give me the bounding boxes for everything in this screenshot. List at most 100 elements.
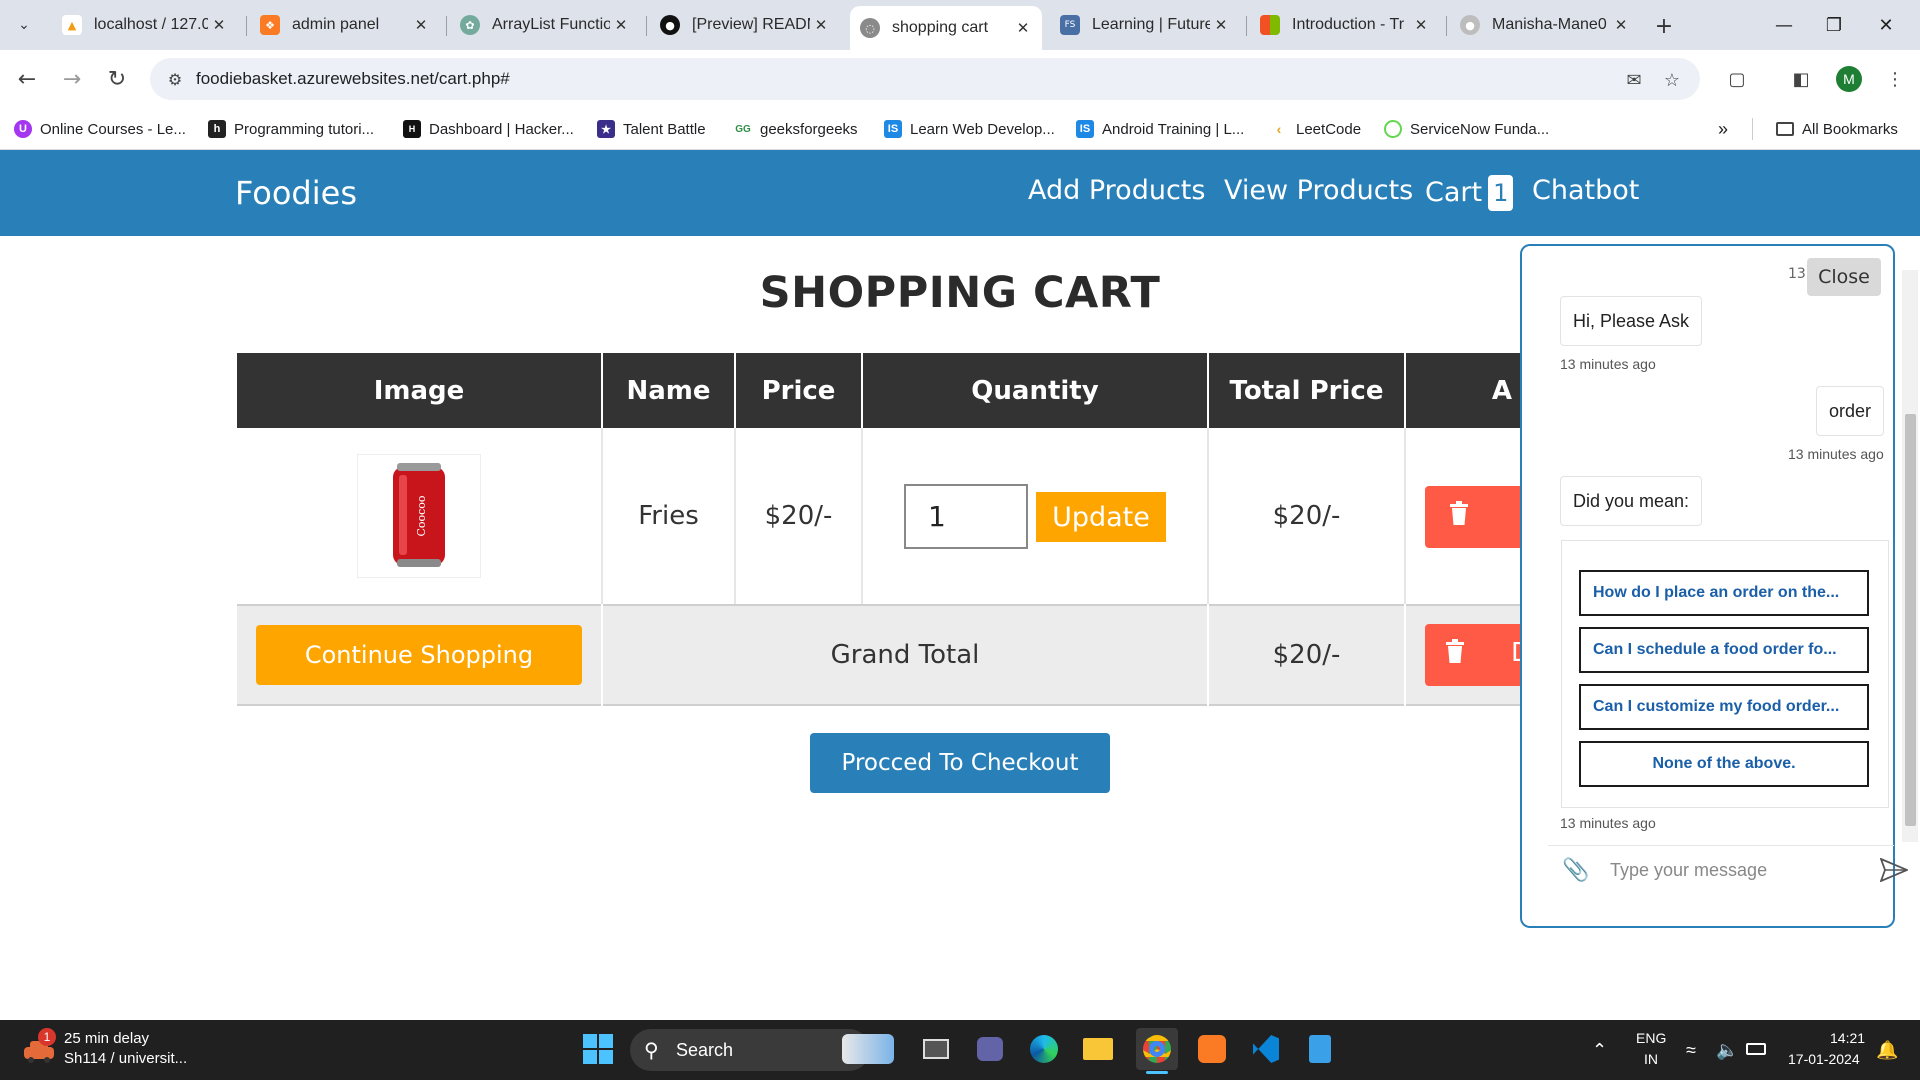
tab-title: ArrayList Functio bbox=[492, 16, 610, 33]
show-hidden-icons-chevron-icon[interactable]: ⌃ bbox=[1592, 1040, 1607, 1061]
nav-cart-label: Cart bbox=[1425, 177, 1483, 208]
browser-tab[interactable]: ✿ ArrayList Functio ✕ bbox=[450, 8, 640, 42]
widget-title[interactable]: 25 min delay bbox=[64, 1030, 149, 1047]
suggestion-button[interactable]: Can I customize my food order... bbox=[1579, 684, 1869, 730]
wifi-icon[interactable]: ≈ bbox=[1686, 1040, 1696, 1061]
chatgpt-icon: ✿ bbox=[460, 15, 480, 35]
tab-separator bbox=[446, 16, 447, 36]
bookmark-item[interactable]: h Programming tutori... bbox=[208, 118, 374, 140]
new-tab-plus-icon[interactable]: + bbox=[1650, 12, 1678, 40]
windows-start-icon[interactable] bbox=[580, 1031, 616, 1067]
table-header-quantity: Quantity bbox=[863, 353, 1207, 428]
battery-icon[interactable] bbox=[1746, 1043, 1766, 1055]
chat-close-button[interactable]: Close bbox=[1807, 258, 1881, 296]
clock-time[interactable]: 14:21 bbox=[1830, 1030, 1865, 1046]
tab-close-icon[interactable]: ✕ bbox=[610, 16, 632, 34]
user-message: order bbox=[1816, 386, 1885, 436]
restore-icon[interactable]: ❐ bbox=[1814, 10, 1854, 40]
browser-tab[interactable]: ● Manisha-Mane0 ✕ bbox=[1450, 8, 1640, 42]
tab-close-icon[interactable]: ✕ bbox=[1610, 16, 1632, 34]
tab-close-icon[interactable]: ✕ bbox=[810, 16, 832, 34]
bookmarks-bar: U Online Courses - Le... h Programming t… bbox=[0, 108, 1920, 150]
task-view-icon[interactable] bbox=[918, 1031, 954, 1067]
widget-subtitle[interactable]: Sh114 / universit... bbox=[64, 1050, 187, 1067]
cart-item-price: $20/- bbox=[764, 501, 833, 531]
send-icon[interactable] bbox=[1879, 857, 1910, 886]
nav-chatbot[interactable]: Chatbot bbox=[1532, 175, 1639, 206]
notepad-icon[interactable] bbox=[1302, 1031, 1338, 1067]
language-line2[interactable]: IN bbox=[1644, 1051, 1658, 1067]
chat-scrollbar-thumb[interactable] bbox=[1905, 414, 1916, 826]
delete-all-button[interactable]: D bbox=[1425, 624, 1531, 686]
xampp-taskbar-icon[interactable] bbox=[1194, 1031, 1230, 1067]
url-text[interactable]: foodiebasket.azurewebsites.net/cart.php# bbox=[196, 69, 510, 89]
volume-icon[interactable]: 🔈 bbox=[1716, 1040, 1738, 1061]
bookmark-star-icon[interactable]: ☆ bbox=[1660, 68, 1684, 92]
browser-tab[interactable]: Introduction - Tr ✕ bbox=[1250, 8, 1440, 42]
tab-close-icon[interactable]: ✕ bbox=[1410, 16, 1432, 34]
tab-search-chevron-icon[interactable]: ⌄ bbox=[10, 12, 38, 38]
browser-toolbar: ← → ↻ ⚙ foodiebasket.azurewebsites.net/c… bbox=[0, 50, 1920, 108]
address-bar[interactable]: ⚙ foodiebasket.azurewebsites.net/cart.ph… bbox=[150, 58, 1700, 100]
forward-arrow-icon[interactable]: → bbox=[57, 64, 87, 94]
site-navbar: Foodies Add Products View Products Cart 1… bbox=[0, 150, 1920, 236]
bookmark-item[interactable]: GG geeksforgeeks bbox=[734, 118, 858, 140]
browser-tab[interactable]: ▲ localhost / 127.0 ✕ bbox=[52, 8, 238, 42]
tab-close-icon[interactable]: ✕ bbox=[208, 16, 230, 34]
browser-tab[interactable]: ● [Preview] READM ✕ bbox=[650, 8, 840, 42]
nav-view-products[interactable]: View Products bbox=[1224, 175, 1413, 206]
suggestion-button[interactable]: Can I schedule a food order fo... bbox=[1579, 627, 1869, 673]
bookmark-item[interactable]: U Online Courses - Le... bbox=[14, 118, 186, 140]
site-settings-icon[interactable]: ⚙ bbox=[164, 68, 186, 90]
bookmark-item[interactable]: ★ Talent Battle bbox=[597, 118, 706, 140]
taskbar-search-box[interactable] bbox=[630, 1029, 870, 1071]
tab-title: shopping cart bbox=[892, 19, 989, 36]
tab-close-icon[interactable]: ✕ bbox=[1012, 19, 1034, 37]
close-window-icon[interactable]: ✕ bbox=[1866, 10, 1906, 40]
reload-icon[interactable]: ↻ bbox=[102, 64, 132, 94]
profile-avatar[interactable]: M bbox=[1836, 66, 1862, 92]
teams-chat-icon[interactable] bbox=[972, 1031, 1008, 1067]
continue-shopping-button[interactable]: Continue Shopping bbox=[256, 625, 582, 685]
bookmark-item[interactable]: H Dashboard | Hacker... bbox=[403, 118, 574, 140]
bookmark-item[interactable]: ‹ LeetCode bbox=[1270, 118, 1361, 140]
menu-kebab-icon[interactable]: ⋮ bbox=[1880, 64, 1910, 94]
all-bookmarks-button[interactable]: All Bookmarks bbox=[1776, 118, 1898, 140]
suggestion-none-button[interactable]: None of the above. bbox=[1579, 741, 1869, 787]
browser-tab-active[interactable]: ◌ shopping cart ✕ bbox=[850, 6, 1042, 50]
remove-item-button[interactable] bbox=[1425, 486, 1530, 548]
file-explorer-icon[interactable] bbox=[1080, 1031, 1116, 1067]
edge-icon[interactable] bbox=[1026, 1031, 1062, 1067]
vscode-icon[interactable] bbox=[1248, 1031, 1284, 1067]
more-bookmarks-chevron-icon[interactable]: » bbox=[1718, 118, 1728, 140]
talentbattle-icon: ★ bbox=[597, 120, 615, 138]
tab-close-icon[interactable]: ✕ bbox=[410, 16, 432, 34]
bookmark-item[interactable]: ServiceNow Funda... bbox=[1384, 118, 1549, 140]
quantity-input[interactable]: 1 bbox=[904, 484, 1028, 549]
chat-message-input[interactable]: Type your message bbox=[1610, 860, 1767, 881]
brand-logo[interactable]: Foodies bbox=[235, 174, 357, 212]
language-line1[interactable]: ENG bbox=[1636, 1030, 1666, 1046]
tab-close-icon[interactable]: ✕ bbox=[1210, 16, 1232, 34]
back-arrow-icon[interactable]: ← bbox=[12, 64, 42, 94]
search-icon: ⚲ bbox=[644, 1038, 659, 1062]
suggestion-button[interactable]: How do I place an order on the... bbox=[1579, 570, 1869, 616]
bookmark-label: geeksforgeeks bbox=[760, 120, 858, 138]
update-button[interactable]: Update bbox=[1036, 492, 1166, 542]
nav-cart[interactable]: Cart 1 bbox=[1425, 175, 1514, 211]
notification-bell-icon[interactable]: 🔔 bbox=[1876, 1040, 1898, 1061]
proceed-to-checkout-button[interactable]: Procced To Checkout bbox=[810, 733, 1110, 793]
side-panel-icon[interactable]: ◧ bbox=[1786, 64, 1816, 94]
extensions-puzzle-icon[interactable]: ▢ bbox=[1722, 64, 1752, 94]
translate-icon[interactable]: ✉ bbox=[1622, 68, 1646, 92]
browser-tab[interactable]: FS Learning | Future ✕ bbox=[1050, 8, 1240, 42]
bookmark-item[interactable]: IS Android Training | L... bbox=[1076, 118, 1244, 140]
paperclip-icon[interactable]: 📎 bbox=[1562, 858, 1589, 883]
clock-date[interactable]: 17-01-2024 bbox=[1788, 1051, 1860, 1067]
bookmark-item[interactable]: IS Learn Web Develop... bbox=[884, 118, 1055, 140]
browser-tab[interactable]: ❖ admin panel ✕ bbox=[250, 8, 440, 42]
nav-add-products[interactable]: Add Products bbox=[1028, 175, 1205, 206]
chrome-icon[interactable] bbox=[1136, 1028, 1178, 1070]
tab-separator bbox=[1446, 16, 1447, 36]
minimize-icon[interactable]: — bbox=[1764, 10, 1804, 40]
